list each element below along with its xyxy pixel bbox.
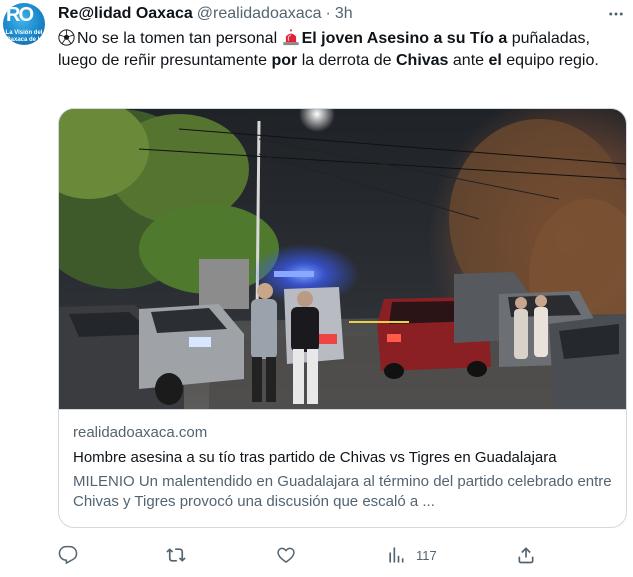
soccer-ball-icon (58, 29, 75, 46)
card-domain: realidadoaxaca.com (73, 424, 208, 441)
text-segment-1: No se la tomen tan personal (77, 30, 282, 47)
police-light-icon (282, 29, 299, 46)
user-handle[interactable]: @realidadoaxaca (197, 5, 322, 23)
text-segment-5: la derrota de (297, 52, 396, 69)
avatar-line-2: Oaxaca de H (5, 37, 43, 43)
views-button[interactable]: 117 (386, 538, 437, 572)
views-icon (389, 547, 404, 563)
card-description: MILENIO Un malentendido en Guadalajara a… (73, 473, 612, 510)
avatar[interactable]: RO La Visión del Oaxaca de H (3, 3, 45, 45)
timestamp[interactable]: 3h (335, 5, 353, 23)
text-segment-6: Chivas (395, 52, 449, 69)
tweet-header: Re@lidad Oaxaca @realidadoaxaca · 3h (58, 4, 353, 24)
more-options-button[interactable] (604, 2, 628, 26)
text-segment-2: El joven Asesino a su Tío a (301, 30, 508, 47)
tweet-text: No se la tomen tan personal El joven Ase… (58, 28, 630, 72)
retweet-button[interactable] (165, 538, 187, 572)
text-segment-4: por (271, 52, 298, 69)
avatar-line-1: La Visión del (5, 30, 43, 36)
like-icon (277, 547, 295, 563)
avatar-logo: RO (6, 4, 34, 26)
more-icon (609, 12, 623, 16)
card-body[interactable]: realidadoaxaca.com Hombre asesina a su t… (59, 409, 626, 527)
share-button[interactable] (516, 538, 536, 572)
retweet-icon (166, 548, 186, 562)
views-count: 117 (416, 547, 437, 563)
card-title[interactable]: Hombre asesina a su tío tras partido de … (73, 448, 618, 468)
like-button[interactable] (276, 538, 296, 572)
night-street-photo (59, 109, 626, 409)
reply-icon (58, 545, 78, 564)
display-name[interactable]: Re@lidad Oaxaca (58, 5, 193, 23)
separator-dot: · (325, 5, 331, 22)
text-segment-9: equipo regio. (501, 52, 599, 69)
tweet[interactable]: RO La Visión del Oaxaca de H Re@lidad Oa… (0, 0, 633, 577)
link-card[interactable]: realidadoaxaca.com Hombre asesina a su t… (58, 108, 627, 528)
reply-button[interactable] (58, 538, 78, 572)
text-segment-7: ante (448, 52, 489, 69)
action-bar: 117 (58, 538, 630, 572)
card-image[interactable] (59, 109, 626, 409)
text-segment-8: el (488, 52, 502, 69)
share-icon (518, 547, 534, 564)
